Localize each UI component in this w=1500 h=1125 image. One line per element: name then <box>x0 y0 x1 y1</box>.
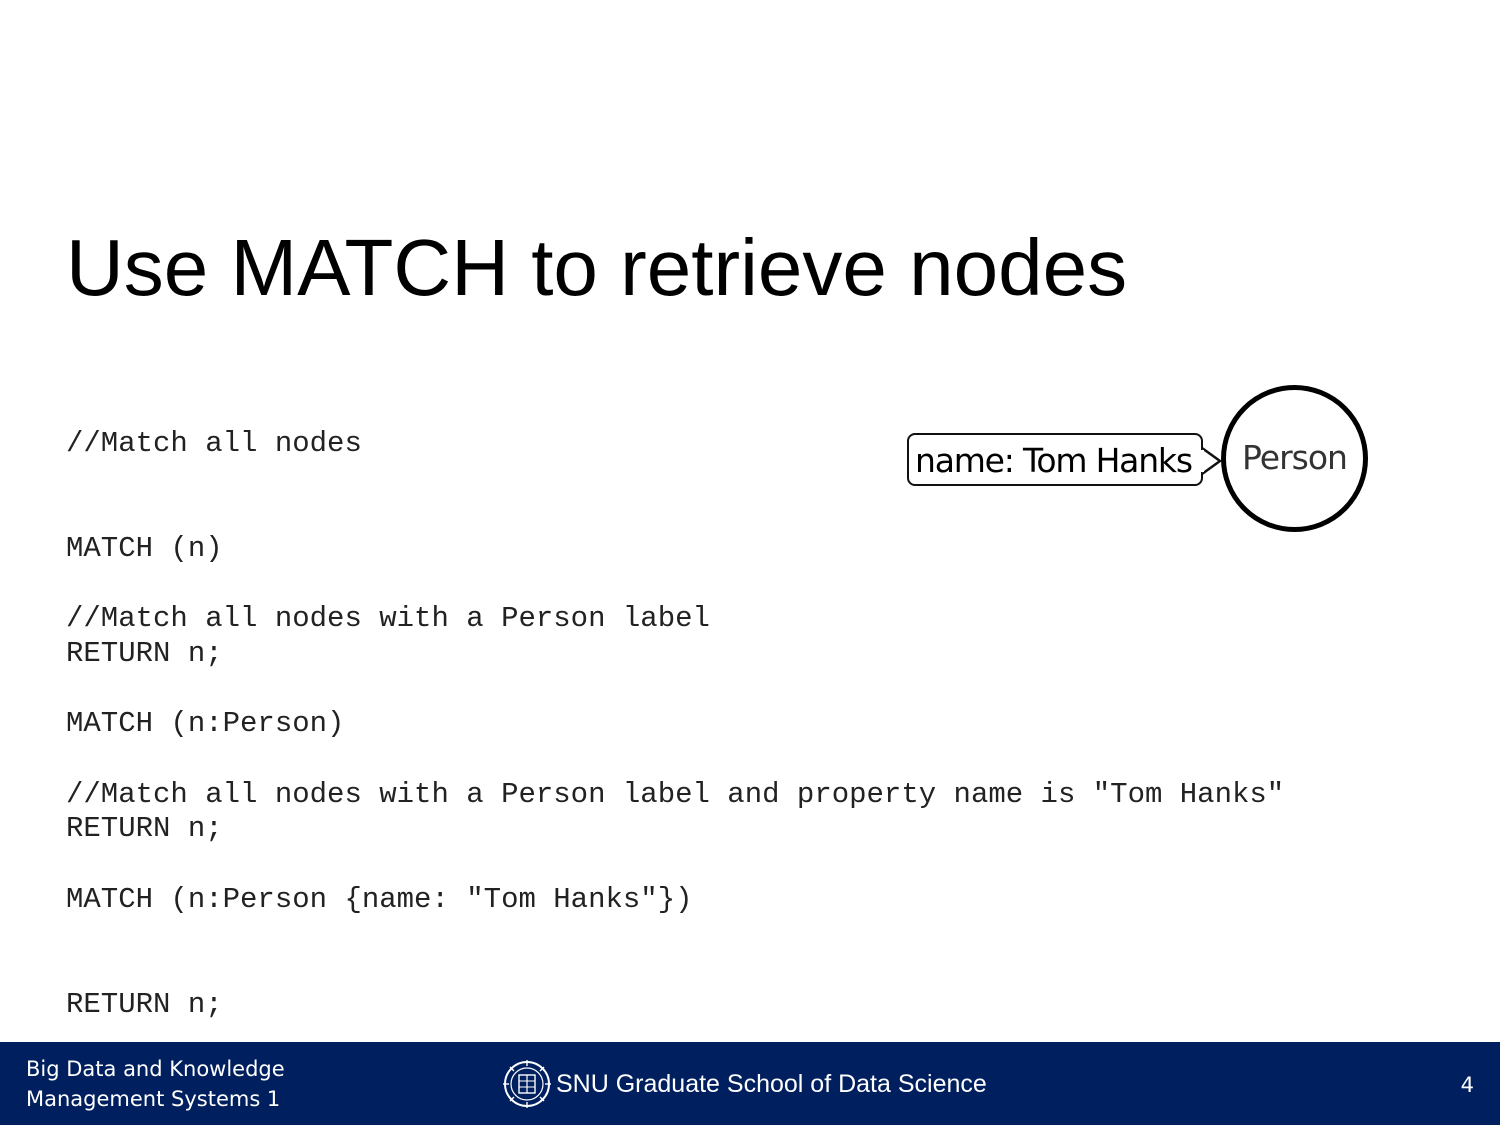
code-line: //Match all nodes <box>66 427 362 460</box>
school-name: SNU Graduate School of Data Science <box>556 1070 987 1098</box>
slide-title: Use MATCH to retrieve nodes <box>66 223 1128 312</box>
code-line: //Match all nodes with a Person label <box>66 602 710 635</box>
course-name: Big Data and Knowledge Management System… <box>26 1054 285 1114</box>
code-line: MATCH (n:Person {name: "Tom Hanks"}) <box>66 883 693 916</box>
code-line: //Match all nodes with a Person label an… <box>66 778 1285 811</box>
slide: Use MATCH to retrieve nodes //Match all … <box>0 0 1500 1125</box>
node-diagram: name: Tom Hanks Person <box>900 380 1380 545</box>
person-node-label: Person <box>1242 438 1348 477</box>
page-number: 4 <box>1460 1073 1474 1097</box>
course-name-line-1: Big Data and Knowledge <box>26 1057 285 1081</box>
property-callout-text: name: Tom Hanks <box>915 441 1193 480</box>
university-emblem-icon <box>503 1060 551 1108</box>
code-line: RETURN n; <box>66 988 223 1021</box>
code-block-match-property: //Match all nodes with a Person label an… <box>66 707 1284 1092</box>
course-name-line-2: Management Systems 1 <box>26 1087 281 1111</box>
footer-bar: Big Data and Knowledge Management System… <box>0 1042 1500 1125</box>
